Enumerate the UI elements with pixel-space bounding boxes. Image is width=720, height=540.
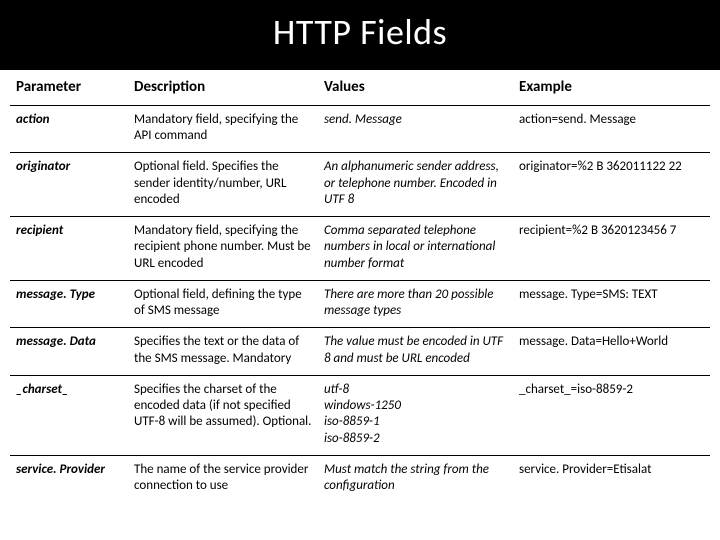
table-row: service. Provider The name of the servic…: [10, 455, 710, 502]
col-description: Description: [128, 70, 318, 105]
table-row: _charset_ Specifies the charset of the e…: [10, 375, 710, 455]
cell-desc: Optional field. Specifies the sender ide…: [128, 153, 318, 217]
cell-values: utf-8 windows-1250 iso-8859-1 iso-8859-2: [318, 375, 513, 455]
cell-param: _charset_: [10, 375, 128, 455]
cell-values: send. Message: [318, 105, 513, 153]
cell-values: There are more than 20 possible message …: [318, 280, 513, 328]
cell-example: action=send. Message: [513, 105, 710, 153]
table-row: action Mandatory field, specifying the A…: [10, 105, 710, 153]
cell-values: Comma separated telephone numbers in loc…: [318, 217, 513, 281]
table-row: message. Type Optional field, defining t…: [10, 280, 710, 328]
table-row: originator Optional field. Specifies the…: [10, 153, 710, 217]
cell-example: _charset_=iso-8859-2: [513, 375, 710, 455]
cell-param: service. Provider: [10, 455, 128, 502]
cell-example: message. Type=SMS: TEXT: [513, 280, 710, 328]
cell-example: message. Data=Hello+World: [513, 328, 710, 376]
cell-desc: Mandatory field, specifying the API comm…: [128, 105, 318, 153]
cell-desc: Optional field, defining the type of SMS…: [128, 280, 318, 328]
cell-example: recipient=%2 B 3620123456 7: [513, 217, 710, 281]
cell-param: message. Data: [10, 328, 128, 376]
cell-param: originator: [10, 153, 128, 217]
cell-param: message. Type: [10, 280, 128, 328]
table-row: recipient Mandatory field, specifying th…: [10, 217, 710, 281]
col-example: Example: [513, 70, 710, 105]
cell-param: recipient: [10, 217, 128, 281]
cell-param: action: [10, 105, 128, 153]
cell-example: originator=%2 B 362011122 22: [513, 153, 710, 217]
cell-desc: Mandatory field, specifying the recipien…: [128, 217, 318, 281]
cell-desc: Specifies the charset of the encoded dat…: [128, 375, 318, 455]
col-values: Values: [318, 70, 513, 105]
col-parameter: Parameter: [10, 70, 128, 105]
table-row: message. Data Specifies the text or the …: [10, 328, 710, 376]
table-header-row: Parameter Description Values Example: [10, 70, 710, 105]
page-title: HTTP Fields: [0, 0, 720, 70]
cell-example: service. Provider=Etisalat: [513, 455, 710, 502]
http-fields-table: Parameter Description Values Example act…: [10, 70, 710, 502]
cell-desc: The name of the service provider connect…: [128, 455, 318, 502]
cell-values: Must match the string from the configura…: [318, 455, 513, 502]
cell-values: An alphanumeric sender address, or telep…: [318, 153, 513, 217]
cell-desc: Specifies the text or the data of the SM…: [128, 328, 318, 376]
cell-values: The value must be encoded in UTF 8 and m…: [318, 328, 513, 376]
